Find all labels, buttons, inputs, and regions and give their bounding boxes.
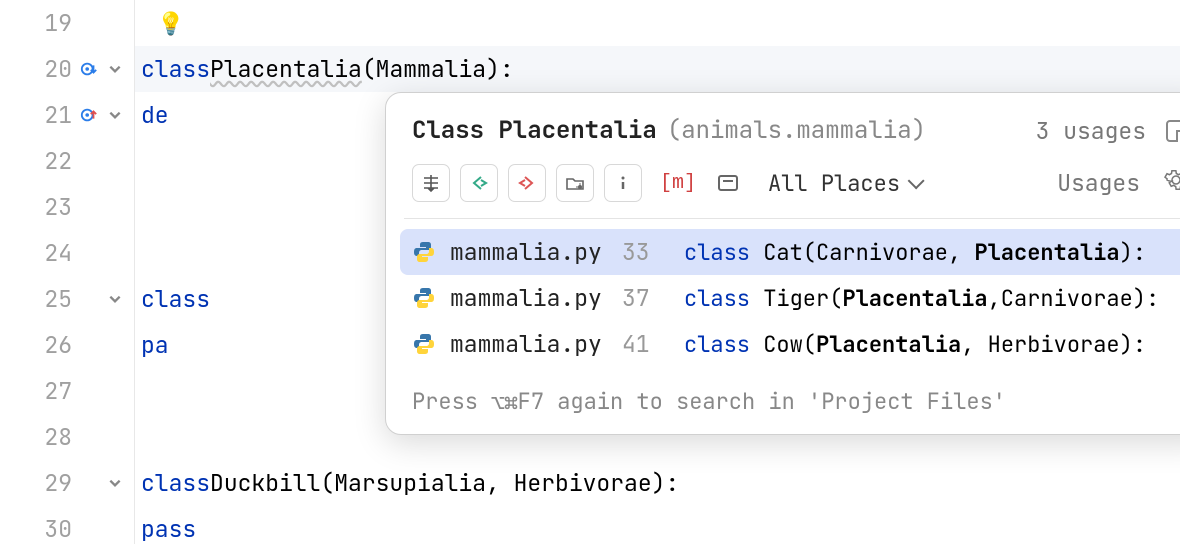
gutter-row[interactable]: 26 (0, 322, 134, 368)
line-number: 30 (38, 514, 72, 544)
usage-row[interactable]: mammalia.py 33 class Cat(Carnivorae, Pla… (400, 229, 1180, 275)
code-line[interactable]: 💡 (135, 0, 1180, 46)
usage-code-preview: class Cow(Placentalia, Herbivorae): (684, 330, 1146, 359)
fold-chevron-icon[interactable] (106, 60, 124, 78)
folder-icon[interactable] (556, 164, 594, 202)
gutter-row[interactable]: 19 (0, 0, 134, 46)
bulb-icon[interactable]: 💡 (157, 9, 184, 38)
preview-icon[interactable] (718, 175, 738, 191)
nav-prev-icon[interactable] (460, 164, 498, 202)
usages-popup: Class Placentalia (animals.mammalia) 3 u… (385, 92, 1180, 435)
gutter-row[interactable]: 24 (0, 230, 134, 276)
line-number: 26 (38, 330, 72, 360)
gutter-row[interactable]: 21 (0, 92, 134, 138)
code-editor: 19 20 21 22 23 24 25 (0, 0, 1180, 544)
code-area[interactable]: 💡 class Placentalia(Mammalia): de class … (135, 0, 1180, 544)
usage-row[interactable]: mammalia.py 41 class Cow(Placentalia, He… (400, 321, 1180, 367)
line-number: 21 (38, 100, 72, 130)
gutter-row[interactable]: 30 (0, 506, 134, 552)
python-file-icon (412, 240, 436, 264)
usage-line-number: 33 (622, 237, 670, 267)
fold-chevron-icon[interactable] (106, 106, 124, 124)
line-number: 29 (38, 468, 72, 498)
python-file-icon (412, 332, 436, 356)
line-number: 24 (38, 238, 72, 268)
line-number: 20 (38, 54, 72, 84)
gutter-row[interactable]: 28 (0, 414, 134, 460)
fold-chevron-icon[interactable] (106, 474, 124, 492)
gutter: 19 20 21 22 23 24 25 (0, 0, 135, 544)
gutter-row[interactable]: 25 (0, 276, 134, 322)
nav-next-icon[interactable] (508, 164, 546, 202)
usage-file: mammalia.py (450, 329, 608, 359)
usage-list: mammalia.py 33 class Cat(Carnivorae, Pla… (386, 219, 1180, 375)
scope-dropdown[interactable]: All Places (768, 169, 920, 198)
code-line[interactable]: class Duckbill(Marsupialia, Herbivorae): (135, 460, 1180, 506)
expand-icon[interactable] (1166, 120, 1180, 142)
usages-count: 3 usages (1036, 116, 1146, 146)
info-icon[interactable] (604, 164, 642, 202)
python-file-icon (412, 286, 436, 310)
usage-line-number: 41 (622, 329, 670, 359)
popup-subtitle: (animals.mammalia) (667, 115, 926, 146)
popup-toolbar: [m] All Places Usages (386, 164, 1180, 218)
usage-code-preview: class Cat(Carnivorae, Placentalia): (684, 238, 1146, 267)
usage-row[interactable]: mammalia.py 37 class Tiger(Placentalia,C… (400, 275, 1180, 321)
scope-label: All Places (768, 169, 900, 198)
usage-file: mammalia.py (450, 283, 608, 313)
gutter-row[interactable]: 23 (0, 184, 134, 230)
sort-icon[interactable] (412, 164, 450, 202)
override-up-icon[interactable] (80, 106, 98, 124)
popup-header: Class Placentalia (animals.mammalia) 3 u… (386, 93, 1180, 164)
line-number: 28 (38, 422, 72, 452)
gutter-row[interactable]: 20 (0, 46, 134, 92)
override-down-icon[interactable] (80, 60, 98, 78)
gutter-row[interactable]: 22 (0, 138, 134, 184)
line-number: 27 (38, 376, 72, 406)
gutter-row[interactable]: 27 (0, 368, 134, 414)
usage-file: mammalia.py (450, 237, 608, 267)
match-case-icon[interactable]: [m] (660, 172, 696, 195)
usages-label[interactable]: Usages (1057, 168, 1140, 198)
line-number: 25 (38, 284, 72, 314)
usage-code-preview: class Tiger(Placentalia,Carnivorae): (684, 284, 1159, 313)
usage-line-number: 37 (622, 283, 670, 313)
line-number: 22 (38, 146, 72, 176)
line-number: 19 (38, 8, 72, 38)
gear-icon[interactable] (1164, 168, 1180, 199)
popup-title: Class Placentalia (412, 115, 657, 146)
code-line[interactable]: pass (135, 506, 1180, 552)
code-line[interactable]: class Placentalia(Mammalia): (135, 46, 1180, 92)
popup-footer-hint: Press ⌥⌘F7 again to search in 'Project F… (386, 375, 1180, 434)
fold-chevron-icon[interactable] (106, 290, 124, 308)
line-number: 23 (38, 192, 72, 222)
chevron-down-icon (908, 172, 925, 189)
gutter-row[interactable]: 29 (0, 460, 134, 506)
